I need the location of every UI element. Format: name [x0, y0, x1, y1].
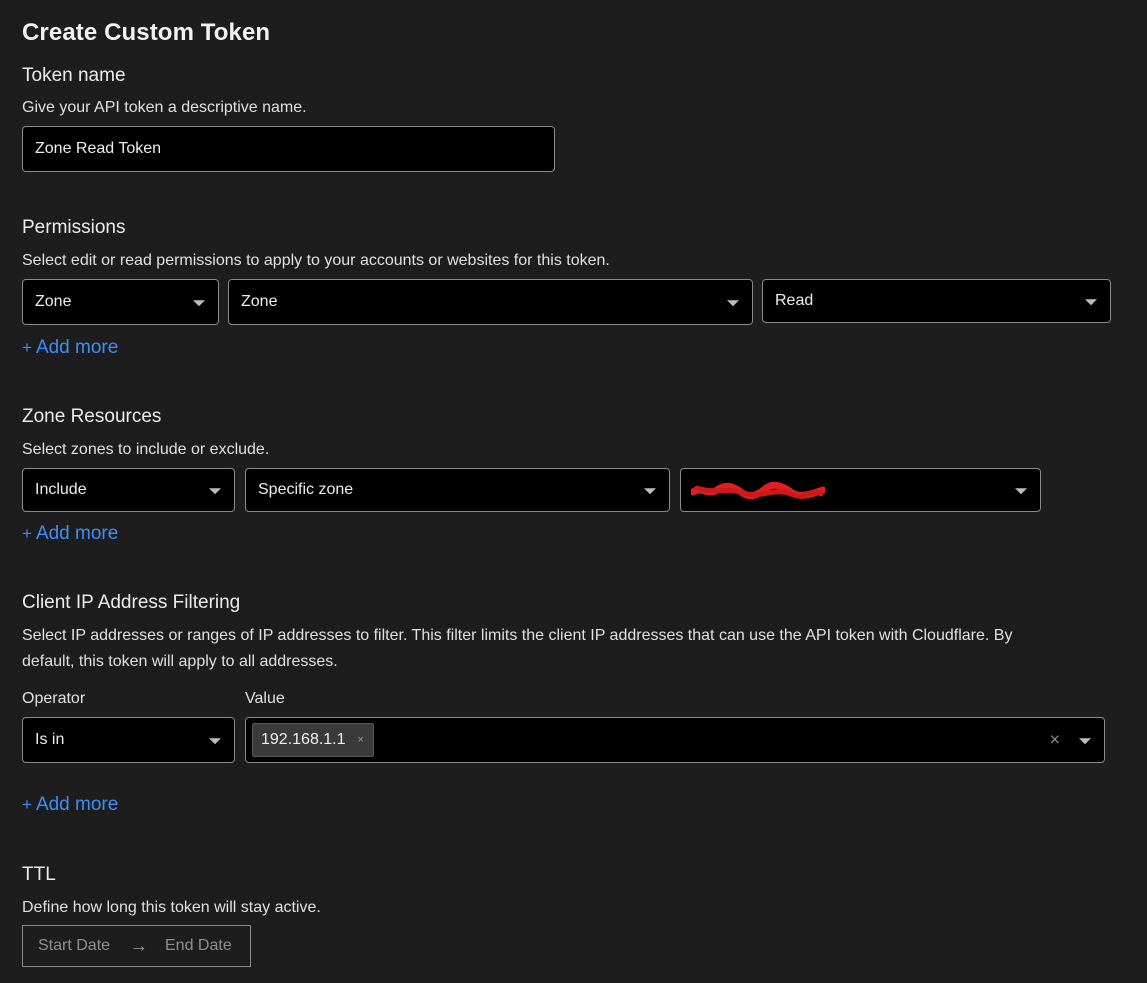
chip-remove-icon[interactable]: ×: [358, 734, 364, 746]
value-label: Value: [245, 690, 285, 707]
permission-group-value: Zone: [241, 293, 278, 310]
create-token-page: Create Custom Token Token name Give your…: [0, 0, 1147, 983]
clear-icon[interactable]: ×: [1049, 730, 1060, 751]
permission-level-select[interactable]: Read: [762, 279, 1111, 323]
add-more-label: Add more: [35, 523, 119, 544]
ip-chip-label: 192.168.1.1: [261, 731, 346, 748]
ip-chip: 192.168.1.1 ×: [252, 723, 374, 757]
chevron-down-icon: [209, 738, 221, 745]
chevron-down-icon: [644, 488, 656, 495]
token-name-input[interactable]: Zone Read Token: [22, 126, 555, 172]
zone-resources-add-more-link[interactable]: + Add more: [22, 523, 118, 545]
zone-type-select[interactable]: Specific zone: [245, 468, 670, 512]
chevron-down-icon: [727, 300, 739, 307]
operator-label: Operator: [22, 690, 86, 707]
permissions-heading: Permissions: [22, 217, 126, 238]
zone-include-select[interactable]: Include: [22, 468, 235, 512]
zone-type-value: Specific zone: [258, 481, 354, 498]
arrow-right-icon: →: [130, 935, 148, 956]
chevron-down-icon: [1015, 488, 1027, 495]
chevron-down-icon: [193, 300, 205, 307]
redacted-zone-scribble: [691, 482, 825, 500]
permission-scope-select[interactable]: Zone: [22, 279, 219, 325]
permissions-add-more-link[interactable]: + Add more: [22, 337, 118, 359]
permission-group-select[interactable]: Zone: [228, 279, 753, 325]
zone-domain-select[interactable]: [680, 468, 1041, 512]
client-ip-description-line2: default, this token will apply to all ad…: [22, 653, 338, 670]
permissions-description: Select edit or read permissions to apply…: [22, 252, 610, 269]
zone-resources-heading: Zone Resources: [22, 406, 162, 427]
ttl-description: Define how long this token will stay act…: [22, 899, 321, 916]
zone-resources-description: Select zones to include or exclude.: [22, 441, 270, 458]
chevron-down-icon: [209, 488, 221, 495]
token-name-description: Give your API token a descriptive name.: [22, 99, 307, 116]
add-more-label: Add more: [35, 337, 119, 358]
client-ip-description-line1: Select IP addresses or ranges of IP addr…: [22, 627, 1013, 644]
add-more-label: Add more: [35, 794, 119, 815]
token-name-heading: Token name: [22, 65, 126, 86]
operator-select[interactable]: Is in: [22, 717, 235, 763]
zone-include-value: Include: [35, 481, 87, 498]
end-date-placeholder[interactable]: End Date: [165, 937, 232, 955]
permission-scope-value: Zone: [35, 293, 72, 310]
chevron-down-icon: [1079, 738, 1091, 745]
chevron-down-icon: [1085, 299, 1097, 306]
plus-icon: +: [22, 338, 32, 357]
page-title: Create Custom Token: [22, 19, 271, 46]
start-date-placeholder[interactable]: Start Date: [38, 937, 110, 955]
operator-value: Is in: [35, 731, 65, 748]
token-name-value: Zone Read Token: [35, 140, 162, 157]
client-ip-heading: Client IP Address Filtering: [22, 592, 241, 613]
client-ip-description: Select IP addresses or ranges of IP addr…: [22, 623, 1132, 675]
client-ip-add-more-link[interactable]: + Add more: [22, 794, 118, 816]
date-range-picker[interactable]: Start Date → End Date: [22, 925, 251, 967]
plus-icon: +: [22, 795, 32, 814]
ip-value-multiselect[interactable]: 192.168.1.1 × ×: [245, 717, 1105, 763]
ttl-heading: TTL: [22, 864, 56, 885]
plus-icon: +: [22, 524, 32, 543]
permission-level-value: Read: [775, 292, 814, 309]
